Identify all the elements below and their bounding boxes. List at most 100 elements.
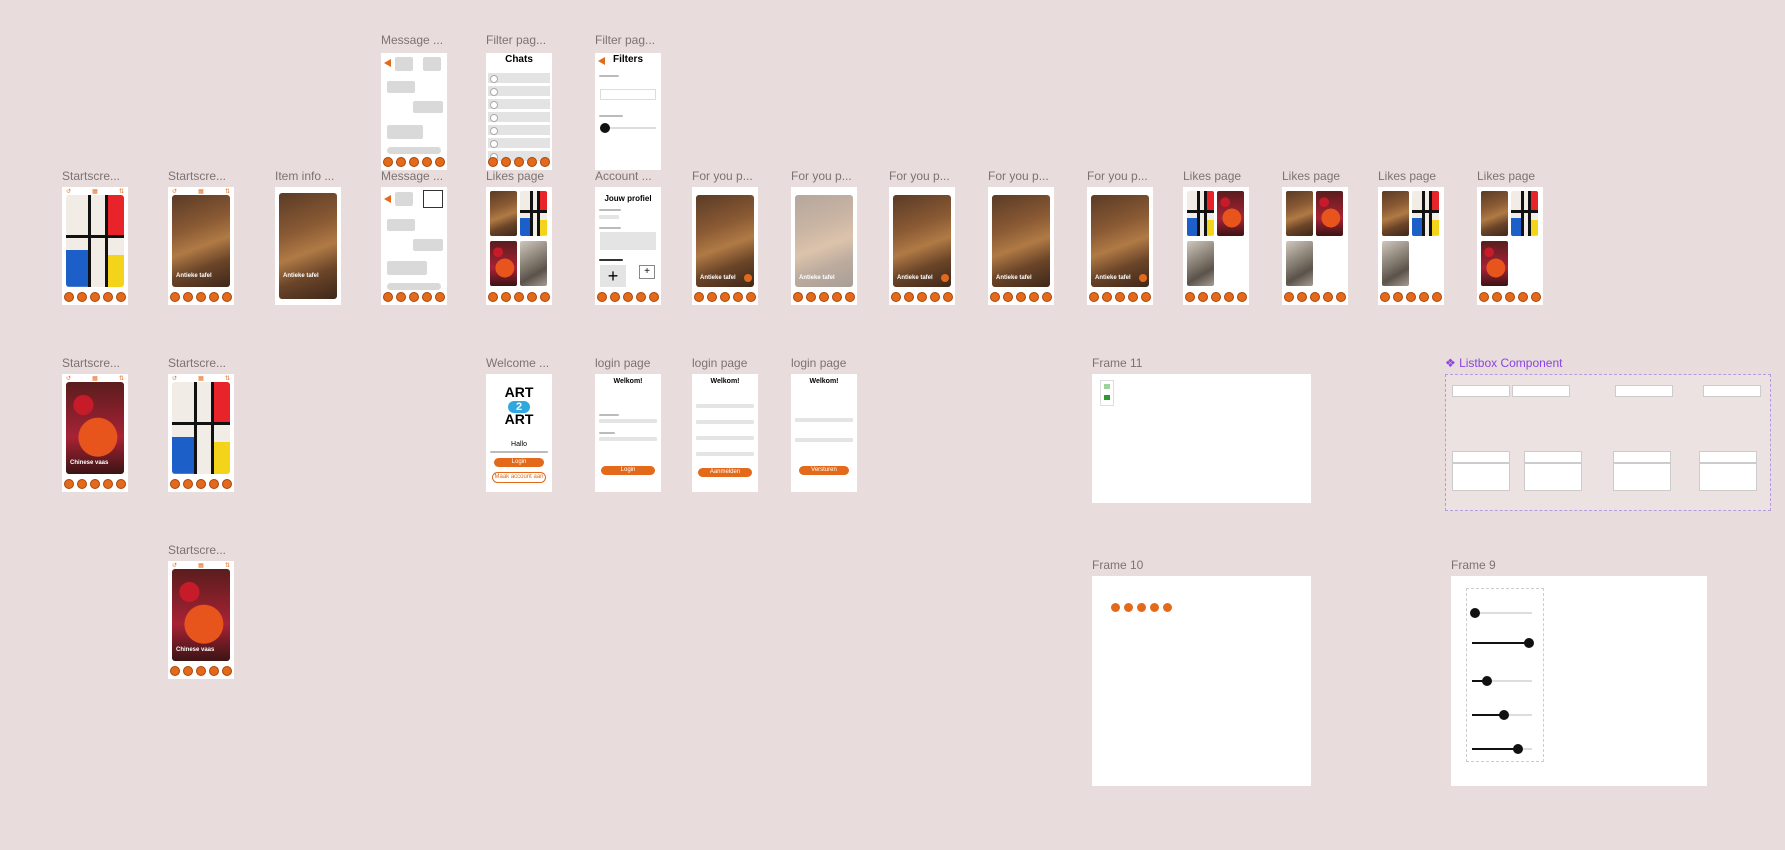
frame-label-message-2[interactable]: Message ... (381, 169, 443, 183)
frame-foryou-3[interactable]: Antieke tafel (889, 187, 955, 305)
avatar-selected[interactable] (423, 190, 443, 208)
frame-account[interactable]: Jouw profiel + + (595, 187, 661, 305)
liked-item[interactable] (1412, 191, 1439, 236)
frame-login-3[interactable]: Welkom! Versturen (791, 374, 857, 492)
password-input[interactable] (599, 437, 657, 441)
listbox-expanded-header[interactable] (1613, 451, 1671, 463)
frame-label-likes-2[interactable]: Likes page (1183, 169, 1241, 183)
slider-knob[interactable] (600, 123, 610, 133)
add-photo-small-button[interactable]: + (639, 265, 655, 279)
frame-label-startscreen-1[interactable]: Startscre... (62, 169, 120, 183)
liked-item[interactable] (1217, 191, 1244, 236)
liked-item[interactable] (490, 241, 517, 286)
frame-label-likes-3[interactable]: Likes page (1282, 169, 1340, 183)
listbox-collapsed[interactable] (1452, 385, 1510, 397)
listbox-options[interactable] (1699, 463, 1757, 491)
frame-item-info[interactable]: Antieke tafel (275, 187, 341, 305)
frame-9[interactable] (1451, 576, 1707, 786)
liked-item[interactable] (1511, 191, 1538, 236)
frame-label-startscreen-4[interactable]: Startscre... (168, 356, 226, 370)
send-button[interactable]: Versturen (799, 466, 849, 475)
frame-label-frame-10[interactable]: Frame 10 (1092, 558, 1143, 572)
frame-label-account[interactable]: Account ... (595, 169, 652, 183)
distance-slider[interactable] (1472, 744, 1532, 754)
name-input[interactable] (696, 404, 754, 408)
listbox-component[interactable] (1445, 374, 1771, 511)
frame-startscreen-3[interactable]: ↺ ▦ ⇅ Chinese vaas (62, 374, 128, 492)
frame-login-2[interactable]: Welkom! Aanmelden (692, 374, 758, 492)
frame-11[interactable] (1092, 374, 1311, 503)
frame-label-listbox-component[interactable]: ❖ Listbox Component (1445, 356, 1563, 370)
frame-label-foryou-3[interactable]: For you p... (889, 169, 950, 183)
listbox-collapsed[interactable] (1703, 385, 1761, 397)
frame-label-filter-1[interactable]: Filter pag... (486, 33, 546, 47)
distance-slider[interactable] (1470, 608, 1532, 618)
artwork-image[interactable] (992, 195, 1050, 287)
frame-foryou-2[interactable]: Antieke tafel (791, 187, 857, 305)
frame-startscreen-1[interactable]: ↺ ▦ ⇅ (62, 187, 128, 305)
frame-label-login-3[interactable]: login page (791, 356, 846, 370)
frame-label-startscreen-2[interactable]: Startscre... (168, 169, 226, 183)
liked-item[interactable] (1286, 191, 1313, 236)
frame-label-foryou-5[interactable]: For you p... (1087, 169, 1148, 183)
liked-item[interactable] (1187, 241, 1214, 286)
artwork-image[interactable] (1091, 195, 1149, 287)
frame-login-1[interactable]: Welkom! Login (595, 374, 661, 492)
frame-likes-2[interactable] (1183, 187, 1249, 305)
frame-label-foryou-4[interactable]: For you p... (988, 169, 1049, 183)
liked-item[interactable] (520, 191, 547, 236)
liked-item[interactable] (1382, 241, 1409, 286)
register-button[interactable]: Aanmelden (698, 468, 752, 477)
username-input[interactable] (599, 419, 657, 423)
frame-label-login-1[interactable]: login page (595, 356, 650, 370)
frame-label-frame-11[interactable]: Frame 11 (1092, 356, 1142, 370)
frame-startscreen-4[interactable]: ↺ ▦ ⇅ (168, 374, 234, 492)
frame-foryou-4[interactable]: Antieke tafel (988, 187, 1054, 305)
email-input[interactable] (696, 420, 754, 424)
frame-message-2[interactable] (381, 187, 447, 305)
liked-item[interactable] (490, 191, 517, 236)
frame-chats[interactable]: Chats (486, 53, 552, 170)
frame-label-likes-1[interactable]: Likes page (486, 169, 544, 183)
liked-item[interactable] (1481, 191, 1508, 236)
login-button[interactable]: Login (601, 466, 655, 475)
frame-label-message-1[interactable]: Message ... (381, 33, 443, 47)
frame-foryou-5[interactable]: Antieke tafel (1087, 187, 1153, 305)
listbox-options[interactable] (1524, 463, 1582, 491)
artwork-image[interactable] (696, 195, 754, 287)
listbox-options[interactable] (1613, 463, 1671, 491)
frame-likes-3[interactable] (1282, 187, 1348, 305)
frame-label-likes-4[interactable]: Likes page (1378, 169, 1436, 183)
liked-item[interactable] (520, 241, 547, 286)
listbox-collapsed[interactable] (1615, 385, 1673, 397)
liked-item[interactable] (1286, 241, 1313, 286)
listbox-expanded-header[interactable] (1524, 451, 1582, 463)
frame-label-welcome[interactable]: Welcome ... (486, 356, 549, 370)
type-dropdown[interactable] (600, 89, 656, 100)
confirm-password-input[interactable] (696, 452, 754, 456)
bio-field[interactable] (600, 232, 656, 250)
frame-label-foryou-1[interactable]: For you p... (692, 169, 753, 183)
frame-likes-4[interactable] (1378, 187, 1444, 305)
listbox-expanded-header[interactable] (1452, 451, 1510, 463)
frame-label-startscreen-5[interactable]: Startscre... (168, 543, 226, 557)
frame-label-filter-2[interactable]: Filter pag... (595, 33, 655, 47)
like-icon[interactable] (1139, 274, 1147, 282)
liked-item[interactable] (1481, 241, 1508, 286)
artwork-image[interactable] (795, 195, 853, 287)
listbox-options[interactable] (1452, 463, 1510, 491)
email-input[interactable] (795, 418, 853, 422)
frame-label-foryou-2[interactable]: For you p... (791, 169, 852, 183)
frame-label-startscreen-3[interactable]: Startscre... (62, 356, 120, 370)
frame-startscreen-5[interactable]: ↺ ▦ ⇅ Chinese vaas (168, 561, 234, 679)
artwork-image[interactable] (66, 195, 124, 287)
username-field[interactable] (599, 215, 619, 219)
distance-slider[interactable] (1472, 638, 1534, 648)
distance-slider[interactable] (600, 123, 656, 133)
code-input[interactable] (795, 438, 853, 442)
artwork-image[interactable] (172, 382, 230, 474)
frame-likes-5[interactable] (1477, 187, 1543, 305)
message-input[interactable] (387, 283, 441, 290)
frame-welcome[interactable]: ART 2 ART Hallo Login Maak account aan (486, 374, 552, 492)
frame-filters[interactable]: Filters (595, 53, 661, 170)
